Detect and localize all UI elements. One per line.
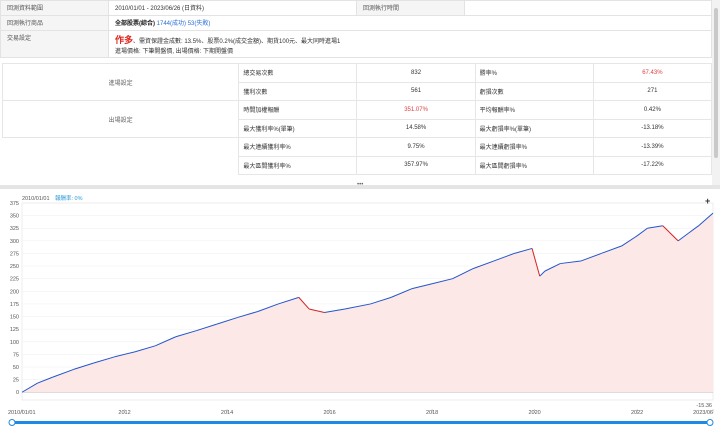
stat-value: 357.97% (356, 155, 476, 175)
exec-time-label: 回測執行時間 (356, 0, 465, 16)
stat-label: 最大區間獲利率% (238, 155, 358, 175)
stat-label: 最大連續獲利率% (238, 137, 358, 157)
stats-row: 最大連續獲利率% 9.75% 最大連續虧損率% -13.39% (3, 137, 713, 157)
trade-detail: 、需資保證金成數: 13.5%、股票0.2%(成交金額)、期貨100元、最大同時… (133, 39, 341, 45)
stat-value: -13.39% (592, 137, 713, 157)
exec-time-value (464, 0, 712, 16)
y-tick-label: 75 (13, 352, 19, 358)
products-prefix: 全部股票(綜合) (115, 21, 155, 27)
info-table: 回測資料範圍 2010/01/01 - 2023/06/26 (日資料) 回測執… (0, 0, 712, 58)
stat-value: 351.07% (356, 100, 476, 120)
range-value: 2010/01/01 - 2023/06/26 (日資料) (108, 0, 357, 16)
x-tick-label: 2023/06 (693, 410, 713, 416)
x-tick-label: 2010/01/01 (8, 410, 36, 416)
scrollbar-thumb[interactable] (714, 8, 718, 158)
stat-value: 9.75% (356, 137, 476, 157)
products-fail-link[interactable]: 53(失敗) (188, 21, 211, 27)
y-tick-label: 250 (10, 264, 19, 270)
stat-label: 總交易次數 (238, 63, 358, 83)
range-label: 回測資料範圍 (0, 0, 109, 16)
y-tick-label: 150 (10, 315, 19, 321)
trade-detail-2: 進場價格: 下筆開盤價, 出場價格: 下期開盤價 (115, 49, 234, 55)
stats-row: 最大區間獲利率% 357.97% 最大區間虧損率% -17.22% (3, 155, 713, 175)
stat-value: -17.22% (592, 155, 713, 175)
stat-value: 14.58% (356, 118, 476, 138)
stat-label: 勝率% (474, 63, 594, 83)
y-tick-label: 350 (10, 214, 19, 220)
stat-label: 最大虧損率%(單筆) (474, 118, 594, 138)
stats-row: 出場設定 時間加權報酬 351.07% 平均報酬率% 0.42% (1, 100, 713, 138)
stat-label: 最大連續虧損率% (474, 137, 594, 157)
equity-chart: 0 25 50 75 100 125 150 175 200 225 250 275 300 325 350… (0, 190, 720, 427)
trade-value: 作多、需資保證金成數: 13.5%、股票0.2%(成交金額)、期貨100元、最大… (108, 30, 712, 58)
stats-table: 進場設定 總交易次數 832 勝率% 67.43% 獲利次數 561 虧損次數 271 出場設定時… (1, 63, 713, 175)
y-tick-label: 100 (10, 340, 19, 346)
products-success-link[interactable]: 1744(成功) (157, 21, 186, 27)
chart-header-date: 2010/01/01 (22, 196, 50, 202)
y-tick-label: 125 (10, 327, 19, 333)
trade-label: 交易設定 (0, 30, 109, 58)
x-tick-label: 2014 (221, 410, 233, 416)
backtest-report: 回測資料範圍 2010/01/01 - 2023/06/26 (日資料) 回測執… (0, 0, 720, 427)
trade-direction: 作多 (115, 35, 134, 45)
y-tick-label: 25 (13, 378, 19, 384)
x-tick-label: 2018 (426, 410, 438, 416)
stat-label: 平均報酬率% (474, 100, 594, 120)
y-min-label: -15.36 (696, 403, 712, 409)
stat-label: 最大區間虧損率% (474, 155, 594, 175)
entry-setting-cell: 進場設定 (1, 63, 240, 101)
stat-value: 561 (356, 81, 476, 101)
zoom-plus-icon[interactable]: + (705, 196, 710, 206)
stat-value: 832 (356, 63, 476, 83)
products-value: 全部股票(綜合) 1744(成功) 53(失敗) (108, 15, 712, 31)
y-tick-label: 225 (10, 277, 19, 283)
chart-svg: 0 25 50 75 100 125 150 175 200 225 250 275 300 325 350… (8, 194, 714, 426)
stat-label: 虧損次數 (474, 81, 594, 101)
stat-value: 271 (592, 81, 713, 101)
summary-panel: 回測資料範圍 2010/01/01 - 2023/06/26 (日資料) 回測執… (0, 0, 713, 185)
chart-header-metric: 報酬率: 0% (55, 194, 83, 202)
range-slider-left-handle[interactable] (8, 419, 16, 426)
empty-cell (3, 138, 239, 157)
y-tick-label: 0 (16, 390, 19, 396)
y-tick-label: 375 (10, 201, 19, 207)
stats-row: 進場設定 總交易次數 832 勝率% 67.43% (1, 63, 713, 101)
x-tick-label: 2022 (631, 410, 643, 416)
y-tick-label: 300 (10, 239, 19, 245)
range-slider-track (10, 421, 710, 424)
y-tick-label: 175 (10, 302, 19, 308)
stat-value: 67.43% (592, 63, 713, 83)
range-slider-right-handle[interactable] (706, 419, 714, 426)
empty-cell (3, 156, 239, 175)
stat-label: 最大獲利率%(單筆) (238, 118, 358, 138)
stat-label: 時間加權報酬 (238, 100, 358, 120)
stat-value: -13.18% (592, 118, 713, 138)
y-tick-label: 325 (10, 226, 19, 232)
x-tick-label: 2012 (118, 410, 130, 416)
panel-divider[interactable]: ••• (0, 182, 720, 189)
y-tick-label: 50 (13, 365, 19, 371)
drag-handle-icon[interactable]: ••• (357, 182, 363, 188)
stat-label: 獲利次數 (238, 81, 358, 101)
y-tick-label: 200 (10, 289, 19, 295)
vertical-scrollbar[interactable] (712, 0, 720, 185)
products-label: 回測執行商品 (0, 15, 109, 31)
y-tick-label: 275 (10, 251, 19, 257)
exit-setting-cell: 出場設定 (1, 100, 240, 138)
x-tick-label: 2016 (323, 410, 335, 416)
stat-value: 0.42% (592, 100, 713, 120)
x-tick-label: 2020 (528, 410, 540, 416)
